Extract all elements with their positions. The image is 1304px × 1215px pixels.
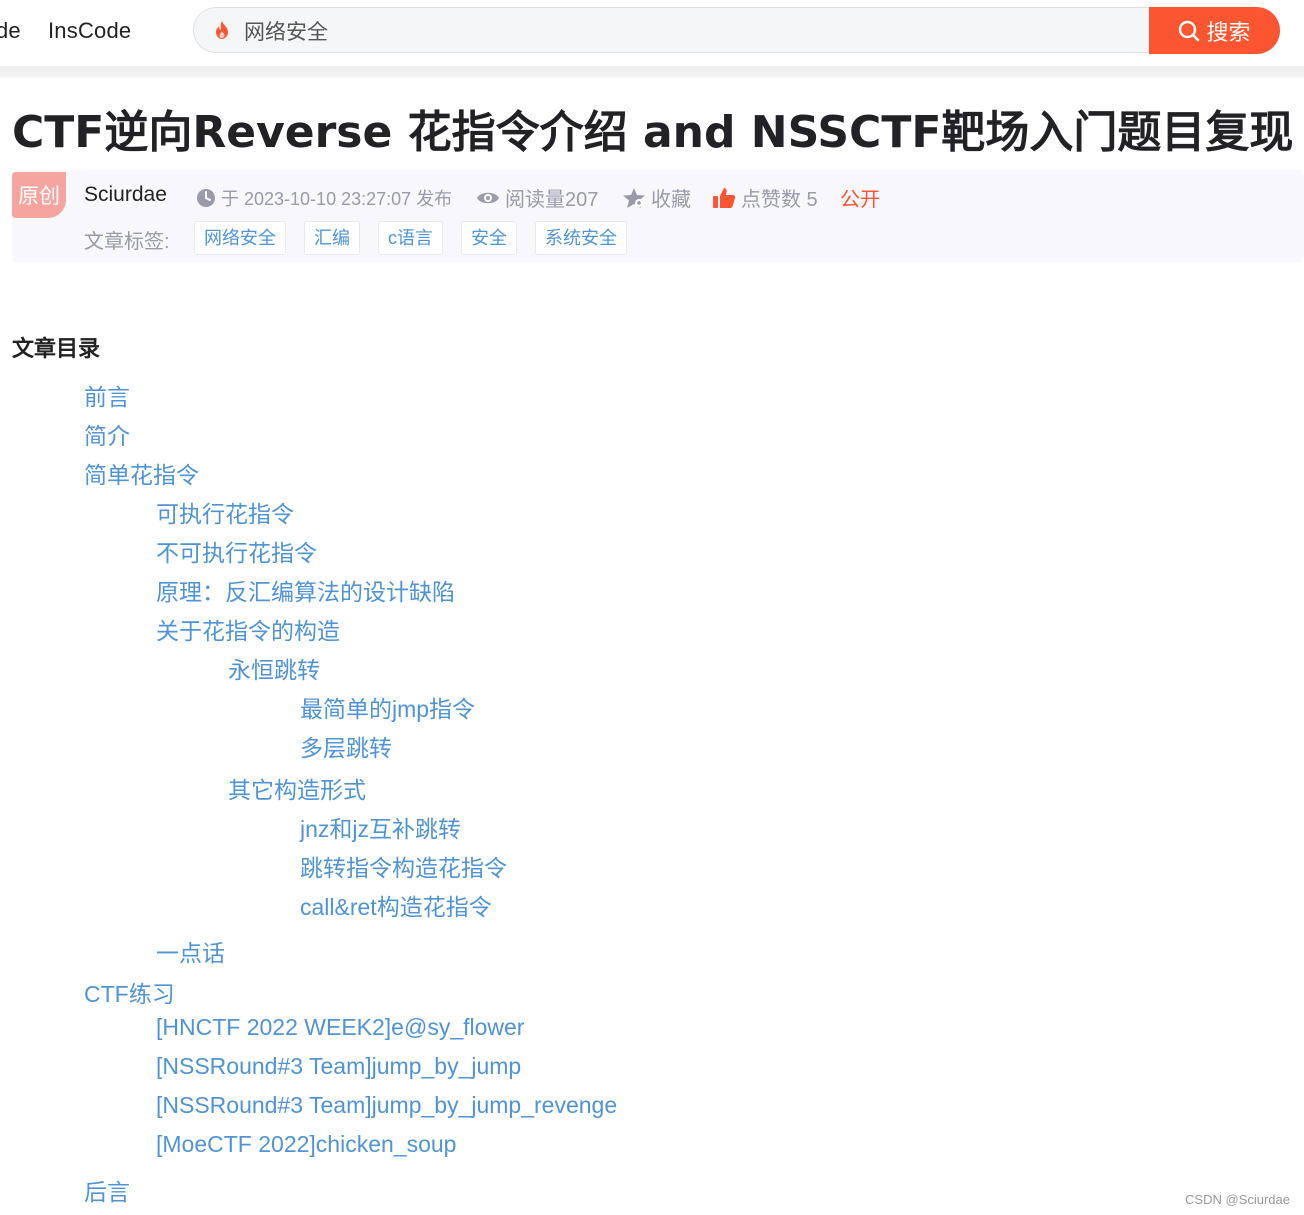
tag-item[interactable]: 安全 xyxy=(461,221,517,255)
top-bar-shadow xyxy=(0,66,1304,78)
toc-item[interactable]: [MoeCTF 2022]chicken_soup xyxy=(156,1131,456,1158)
toc-item[interactable]: 最简单的jmp指令 xyxy=(300,690,475,724)
search-box[interactable] xyxy=(193,7,1149,53)
article-title: CTF逆向Reverse 花指令介绍 and NSSCTF靶场入门题目复现 xyxy=(12,107,1294,158)
toc-item[interactable]: [HNCTF 2022 WEEK2]e@sy_flower xyxy=(156,1014,524,1041)
nav-item-inscode[interactable]: InsCode xyxy=(48,18,131,44)
toc-item[interactable]: 前言 xyxy=(84,378,130,412)
toc-item[interactable]: jnz和jz互补跳转 xyxy=(300,810,461,844)
flame-icon xyxy=(216,21,228,39)
toc-item[interactable]: 永恒跳转 xyxy=(228,651,320,685)
toc-item[interactable]: 原理：反汇编算法的设计缺陷 xyxy=(156,573,455,607)
toc-item[interactable]: CTF练习 xyxy=(84,975,175,1009)
search-input[interactable] xyxy=(242,16,1106,46)
toc-item[interactable]: 跳转指令构造花指令 xyxy=(300,849,507,883)
publish-time: 于 2023-10-10 23:27:07 发布 xyxy=(196,185,452,211)
favorite-button[interactable]: 收藏 xyxy=(622,183,691,212)
star-icon xyxy=(623,187,645,208)
toc-title: 文章目录 xyxy=(12,336,101,361)
tag-item[interactable]: 系统安全 xyxy=(535,221,627,255)
tag-item[interactable]: 网络安全 xyxy=(194,221,286,255)
like-count-text: 点赞数 5 xyxy=(741,189,818,211)
tag-item[interactable]: c语言 xyxy=(378,221,443,255)
toc-item[interactable]: 一点话 xyxy=(156,934,225,968)
toc-item[interactable]: call&ret构造花指令 xyxy=(300,888,492,922)
read-count: 阅读量207 xyxy=(476,183,598,212)
toc-item[interactable]: 后言 xyxy=(84,1173,130,1207)
visibility-label: 公开 xyxy=(840,189,880,211)
nav-item-partial[interactable]: de xyxy=(0,18,21,44)
toc-item[interactable]: 简单花指令 xyxy=(84,456,199,490)
toc-item[interactable]: 多层跳转 xyxy=(300,729,392,763)
watermark: CSDN @Sciurdae xyxy=(1185,1192,1290,1207)
tag-item[interactable]: 汇编 xyxy=(304,221,360,255)
toc-item[interactable]: 其它构造形式 xyxy=(228,771,366,805)
search-button[interactable]: 搜索 xyxy=(1149,7,1280,54)
eye-icon xyxy=(477,192,499,203)
original-badge: 原创 xyxy=(12,172,66,218)
toc-item[interactable]: [NSSRound#3 Team]jump_by_jump_revenge xyxy=(156,1092,617,1119)
favorite-label: 收藏 xyxy=(651,189,691,211)
thumbs-up-icon xyxy=(713,187,736,208)
toc-item[interactable]: 关于花指令的构造 xyxy=(156,612,340,646)
search-icon xyxy=(1179,20,1200,41)
toc-item[interactable]: 简介 xyxy=(84,417,130,451)
clock-icon xyxy=(197,189,215,207)
toc-item[interactable]: 不可执行花指令 xyxy=(156,534,317,568)
toc-item[interactable]: 可执行花指令 xyxy=(156,495,294,529)
read-count-text: 阅读量207 xyxy=(505,189,599,211)
search-button-label: 搜索 xyxy=(1206,19,1251,45)
author-name[interactable]: Sciurdae xyxy=(84,183,167,207)
publish-time-text: 于 2023-10-10 23:27:07 发布 xyxy=(221,189,453,209)
toc-item[interactable]: [NSSRound#3 Team]jump_by_jump xyxy=(156,1053,521,1080)
tags-label: 文章标签: xyxy=(84,231,170,253)
like-button[interactable]: 点赞数 5 xyxy=(712,183,818,212)
